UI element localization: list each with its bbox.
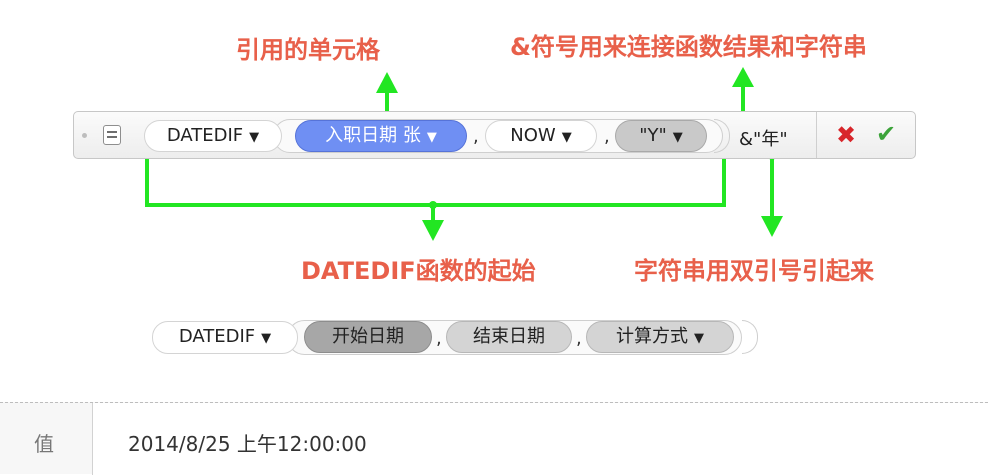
function-token-now[interactable]: NOW ▼ xyxy=(485,120,597,152)
string-token-label: "Y" xyxy=(639,125,667,146)
syntax-closing-paren xyxy=(742,320,758,354)
argument-separator: , xyxy=(473,126,479,147)
arrow-head-concat xyxy=(732,67,754,87)
cell-reference-label: 入职日期 张 xyxy=(325,125,421,146)
value-cell: 2014/8/25 上午12:00:00 xyxy=(93,403,988,475)
annotation-concat: &符号用来连接函数结果和字符串 xyxy=(510,33,867,61)
chevron-down-icon: ▼ xyxy=(694,331,704,346)
formula-bar: DATEDIF ▼ 入职日期 张 ▼ , NOW ▼ , "Y" ▼ &"年" ✖ ✔ xyxy=(73,111,916,159)
chevron-down-icon: ▼ xyxy=(672,130,683,145)
syntax-function-label: DATEDIF xyxy=(178,326,256,347)
arrow-head-datedif xyxy=(422,220,444,241)
checkmark-icon[interactable]: ✔ xyxy=(876,121,896,147)
chevron-down-icon: ▼ xyxy=(249,130,260,145)
chevron-down-icon: ▼ xyxy=(561,130,572,145)
function-token-datedif[interactable]: DATEDIF ▼ xyxy=(144,120,282,152)
formula-bar-divider xyxy=(816,112,817,158)
chevron-down-icon: ▼ xyxy=(261,331,272,346)
arrow-head-cell-ref xyxy=(376,72,398,93)
cell-reference-token[interactable]: 入职日期 张 ▼ xyxy=(295,120,467,152)
annotation-datedif-start: DATEDIF函数的起始 xyxy=(301,257,536,285)
function-token-label: DATEDIF xyxy=(166,125,244,146)
syntax-end-date-label: 结束日期 xyxy=(473,326,545,347)
syntax-end-date-token: 结束日期 xyxy=(446,321,572,353)
arrow-head-string xyxy=(761,216,783,237)
syntax-function-token: DATEDIF ▼ xyxy=(152,321,298,354)
result-row: 值 2014/8/25 上午12:00:00 xyxy=(0,402,988,475)
cancel-icon[interactable]: ✖ xyxy=(836,123,856,147)
drag-handle-icon[interactable] xyxy=(82,133,87,138)
closing-paren xyxy=(714,119,730,153)
concat-suffix[interactable]: &"年" xyxy=(739,125,788,151)
value-label: 值 xyxy=(34,432,54,456)
syntax-method-token: 计算方式 ▼ xyxy=(586,321,734,353)
chevron-down-icon: ▼ xyxy=(426,130,437,145)
syntax-separator: , xyxy=(576,328,582,349)
annotation-cell-reference: 引用的单元格 xyxy=(236,36,380,64)
argument-separator: , xyxy=(604,126,610,147)
syntax-method-label: 计算方式 xyxy=(616,326,688,347)
equals-button[interactable] xyxy=(103,125,121,145)
syntax-start-date-label: 开始日期 xyxy=(332,326,404,347)
now-token-label: NOW xyxy=(510,125,556,146)
syntax-separator: , xyxy=(436,328,442,349)
string-token-y[interactable]: "Y" ▼ xyxy=(615,120,707,152)
syntax-start-date-token: 开始日期 xyxy=(304,321,432,353)
annotation-string-quotes: 字符串用双引号引起来 xyxy=(634,257,874,285)
value-text: 2014/8/25 上午12:00:00 xyxy=(128,432,367,456)
